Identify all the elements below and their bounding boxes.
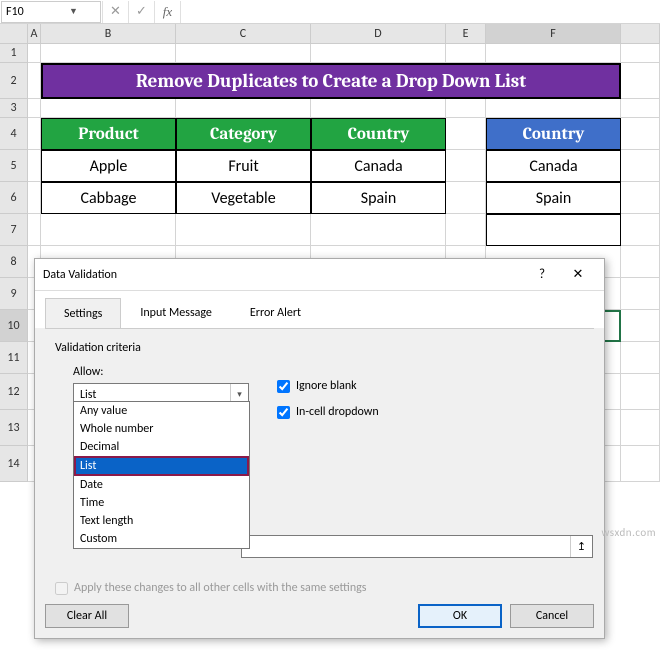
name-box[interactable]: F10 ▼: [1, 1, 101, 23]
allow-value: List: [80, 388, 96, 402]
row-header-6[interactable]: 6: [0, 182, 28, 214]
enter-formula-icon: ✓: [128, 1, 154, 23]
row-header-11[interactable]: 11: [0, 342, 28, 374]
header-product[interactable]: Product: [41, 118, 176, 150]
source-input[interactable]: ↥: [241, 535, 593, 558]
watermark: wsxdn.com: [602, 526, 656, 539]
range-selector-icon[interactable]: ↥: [570, 536, 592, 557]
tab-error-alert[interactable]: Error Alert: [231, 297, 320, 328]
option-whole-number[interactable]: Whole number: [74, 420, 249, 438]
row-header-5[interactable]: 5: [0, 150, 28, 182]
option-decimal[interactable]: Decimal: [74, 438, 249, 456]
fx-icon[interactable]: fx: [154, 1, 180, 23]
clear-all-button[interactable]: Clear All: [45, 604, 129, 628]
col-header-f[interactable]: F: [486, 24, 621, 43]
row-header-1[interactable]: 1: [0, 44, 28, 63]
incell-dropdown-input[interactable]: [277, 406, 290, 419]
col-header-a[interactable]: A: [28, 24, 41, 43]
col-header-g[interactable]: [621, 24, 660, 43]
settings-panel: Validation criteria Allow: List ▾ Any va…: [45, 328, 594, 608]
ignore-blank-input[interactable]: [277, 380, 290, 393]
column-headers: A B C D E F: [0, 24, 660, 44]
ok-button[interactable]: OK: [418, 604, 502, 628]
dialog-title: Data Validation: [43, 268, 524, 282]
cell-b5[interactable]: Apple: [41, 150, 176, 182]
cell-d6[interactable]: Spain: [311, 182, 446, 214]
row-header-14[interactable]: 14: [0, 446, 28, 482]
apply-changes-input: [55, 582, 68, 595]
dialog-help-button[interactable]: ?: [524, 261, 560, 289]
dialog-button-row: Clear All OK Cancel: [45, 604, 594, 628]
cell-c5[interactable]: Fruit: [176, 150, 311, 182]
allow-dropdown-list: Any value Whole number Decimal List Date…: [73, 401, 250, 549]
validation-criteria-label: Validation criteria: [55, 341, 584, 355]
row-header-13[interactable]: 13: [0, 410, 28, 446]
cell-f5[interactable]: Canada: [486, 150, 621, 182]
cell-b6[interactable]: Cabbage: [41, 182, 176, 214]
col-header-c[interactable]: C: [176, 24, 311, 43]
formula-input[interactable]: [180, 1, 660, 23]
page-title: Remove Duplicates to Create a Drop Down …: [41, 63, 621, 99]
tab-settings[interactable]: Settings: [45, 298, 121, 329]
apply-changes-label: Apply these changes to all other cells w…: [74, 581, 366, 595]
name-box-value: F10: [6, 5, 51, 19]
cell-d5[interactable]: Canada: [311, 150, 446, 182]
row-header-7[interactable]: 7: [0, 214, 28, 246]
row-header-3[interactable]: 3: [0, 99, 28, 118]
dialog-titlebar[interactable]: Data Validation ? ✕: [35, 259, 604, 291]
data-validation-dialog: Data Validation ? ✕ Settings Input Messa…: [34, 258, 605, 639]
dialog-close-button[interactable]: ✕: [560, 261, 596, 289]
row-header-4[interactable]: 4: [0, 118, 28, 150]
select-all-corner[interactable]: [0, 24, 28, 43]
header-category[interactable]: Category: [176, 118, 311, 150]
cancel-button[interactable]: Cancel: [510, 604, 594, 628]
header-country-1[interactable]: Country: [311, 118, 446, 150]
allow-label: Allow:: [73, 365, 584, 379]
option-any-value[interactable]: Any value: [74, 402, 249, 420]
row-header-9[interactable]: 9: [0, 278, 28, 310]
cell-f6[interactable]: Spain: [486, 182, 621, 214]
row-header-10[interactable]: 10: [0, 310, 28, 342]
dialog-tabs: Settings Input Message Error Alert: [35, 291, 604, 328]
option-date[interactable]: Date: [74, 476, 249, 494]
cell-c6[interactable]: Vegetable: [176, 182, 311, 214]
option-time[interactable]: Time: [74, 494, 249, 512]
cancel-formula-icon: ✕: [102, 1, 128, 23]
name-box-dropdown-icon[interactable]: ▼: [51, 6, 96, 17]
row-header-2[interactable]: 2: [0, 63, 28, 99]
cell-f7[interactable]: [486, 214, 621, 246]
row-header-8[interactable]: 8: [0, 246, 28, 278]
option-custom[interactable]: Custom: [74, 530, 249, 548]
col-header-b[interactable]: B: [41, 24, 176, 43]
ignore-blank-checkbox[interactable]: Ignore blank: [277, 379, 357, 393]
apply-changes-checkbox: Apply these changes to all other cells w…: [55, 581, 366, 595]
option-text-length[interactable]: Text length: [74, 512, 249, 530]
incell-dropdown-checkbox[interactable]: In-cell dropdown: [277, 405, 379, 419]
col-header-d[interactable]: D: [311, 24, 446, 43]
col-header-e[interactable]: E: [446, 24, 486, 43]
header-country-2[interactable]: Country: [486, 118, 621, 150]
option-list[interactable]: List: [74, 456, 249, 476]
incell-dropdown-label: In-cell dropdown: [296, 405, 379, 419]
formula-bar: F10 ▼ ✕ ✓ fx: [0, 0, 660, 24]
ignore-blank-label: Ignore blank: [296, 379, 357, 393]
row-header-12[interactable]: 12: [0, 374, 28, 410]
tab-input-message[interactable]: Input Message: [121, 297, 231, 328]
